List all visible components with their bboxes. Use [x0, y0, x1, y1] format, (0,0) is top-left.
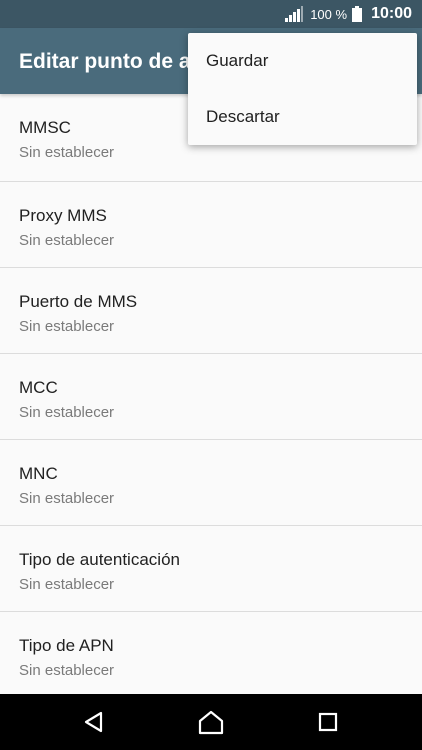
- back-button[interactable]: [80, 708, 108, 736]
- signal-icon: [285, 6, 304, 22]
- setting-mnc[interactable]: MNC Sin establecer: [0, 440, 422, 526]
- menu-item-label: Guardar: [206, 51, 269, 70]
- navigation-bar: [0, 694, 422, 750]
- home-icon: [198, 710, 224, 735]
- battery-icon: [352, 6, 363, 22]
- recents-icon: [318, 712, 338, 732]
- setting-title: MNC: [19, 464, 58, 483]
- setting-mcc[interactable]: MCC Sin establecer: [0, 354, 422, 440]
- clock: 10:00: [371, 5, 412, 22]
- menu-item-discard[interactable]: Descartar: [188, 89, 417, 145]
- setting-title: MCC: [19, 378, 58, 397]
- setting-title: MMSC: [19, 118, 71, 137]
- setting-auth-type[interactable]: Tipo de autenticación Sin establecer: [0, 526, 422, 612]
- setting-value: Sin establecer: [19, 490, 115, 507]
- setting-value: Sin establecer: [19, 576, 115, 593]
- setting-title: Tipo de autenticación: [19, 550, 180, 569]
- setting-value: Sin establecer: [19, 144, 115, 161]
- setting-proxy-mms[interactable]: Proxy MMS Sin establecer: [0, 182, 422, 268]
- setting-mms-port[interactable]: Puerto de MMS Sin establecer: [0, 268, 422, 354]
- overflow-menu: Guardar Descartar: [188, 33, 417, 145]
- battery-percent: 100 %: [310, 6, 348, 22]
- setting-value: Sin establecer: [19, 662, 115, 679]
- setting-value: Sin establecer: [19, 232, 115, 249]
- menu-item-save[interactable]: Guardar: [188, 33, 417, 89]
- status-bar: 100 % 10:00: [0, 0, 422, 28]
- menu-item-label: Descartar: [206, 107, 280, 126]
- recents-button[interactable]: [314, 708, 342, 736]
- setting-title: Puerto de MMS: [19, 292, 138, 311]
- setting-value: Sin establecer: [19, 404, 115, 421]
- status-icons: 100 % 10:00: [285, 0, 412, 28]
- setting-value: Sin establecer: [19, 318, 115, 335]
- home-button[interactable]: [197, 708, 225, 736]
- back-icon: [84, 711, 103, 733]
- settings-list: MMSC Sin establecer Proxy MMS Sin establ…: [0, 94, 422, 698]
- setting-title: Proxy MMS: [19, 206, 107, 225]
- setting-apn-type[interactable]: Tipo de APN Sin establecer: [0, 612, 422, 698]
- setting-title: Tipo de APN: [19, 636, 114, 655]
